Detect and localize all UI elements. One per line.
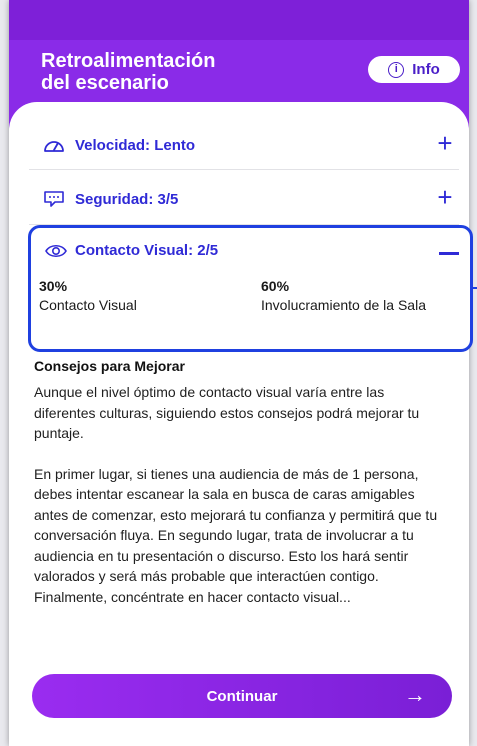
eye-icon <box>45 244 67 257</box>
continue-label: Continuar <box>206 687 278 705</box>
message-dots-icon <box>44 191 64 207</box>
speed-label: Velocidad: Lento <box>75 136 196 154</box>
tips-paragraph: Aunque el nivel óptimo de contacto visua… <box>34 384 420 441</box>
info-button[interactable]: i Info <box>368 56 460 83</box>
annotation-tick <box>470 287 477 289</box>
contact-visual-header: Contacto Visual: 2/5 <box>45 242 218 259</box>
arrow-right-icon: → <box>404 682 426 707</box>
stat-room-engagement: 60% Involucramiento de la Sala <box>261 278 471 315</box>
stat-contact-visual: 30% Contacto Visual <box>39 278 137 315</box>
continue-button[interactable]: Continuar → <box>32 674 452 718</box>
page-title-line1: Retroalimentación <box>41 50 216 72</box>
minus-icon[interactable] <box>439 252 459 255</box>
divider <box>29 169 459 170</box>
info-button-label: Info <box>412 61 440 78</box>
gauge-icon <box>44 141 64 152</box>
stat-value: 30% <box>39 278 68 294</box>
status-bar <box>9 0 469 40</box>
accordion-security[interactable]: Seguridad: 3/5 + <box>9 178 469 220</box>
accordion-speed[interactable]: Velocidad: Lento + <box>9 124 469 166</box>
plus-icon[interactable]: + <box>434 130 456 156</box>
security-label: Seguridad: 3/5 <box>75 190 179 208</box>
page-title: Retroalimentación del escenario <box>41 50 301 94</box>
tips-title: Consejos para Mejorar <box>34 358 185 374</box>
stat-label: Involucramiento de la Sala <box>261 297 426 313</box>
accordion-contact-visual[interactable]: Contacto Visual: 2/5 30% Contacto Visual… <box>28 225 473 352</box>
plus-icon[interactable]: + <box>434 184 456 210</box>
tips-paragraph: En primer lugar, si tienes una audiencia… <box>34 465 438 605</box>
info-circle-icon: i <box>388 61 405 78</box>
contact-visual-label: Contacto Visual: 2/5 <box>75 242 219 259</box>
tips-section: Consejos para Mejorar Aunque el nivel óp… <box>34 358 448 627</box>
stat-value: 60% <box>261 278 290 294</box>
stat-label: Contacto Visual <box>39 297 137 313</box>
page-title-line2: del escenario <box>41 72 169 94</box>
